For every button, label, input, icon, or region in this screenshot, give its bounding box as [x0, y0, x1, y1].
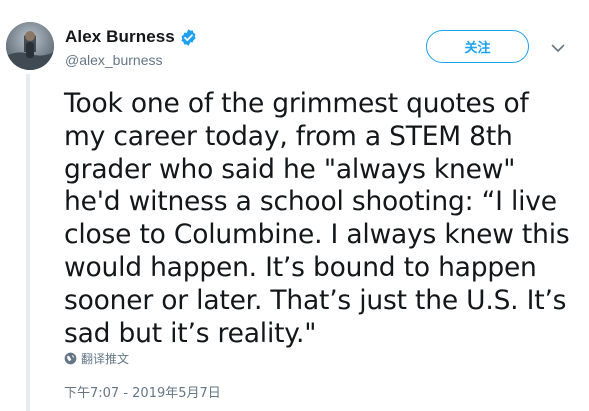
translate-label[interactable]: 翻译推文 [81, 350, 129, 367]
follow-button[interactable]: 关注 [426, 30, 529, 63]
tweet-card: Alex Burness @alex_burness 关注 Took one o… [0, 0, 589, 411]
verified-badge-icon [179, 28, 198, 47]
tweet-text: Took one of the grimmest quotes of my ca… [64, 88, 578, 349]
avatar[interactable] [6, 22, 54, 70]
more-options-button[interactable] [548, 38, 568, 58]
chevron-down-icon [551, 44, 565, 52]
handle[interactable]: @alex_burness [65, 52, 198, 68]
display-name[interactable]: Alex Burness [65, 27, 175, 47]
avatar-photo-icon [6, 22, 54, 70]
tweet-timestamp[interactable]: 下午7:07 - 2019年5月7日 [64, 382, 221, 401]
author-info[interactable]: Alex Burness @alex_burness [65, 26, 198, 68]
globe-icon [64, 352, 77, 365]
thread-line [26, 74, 30, 411]
translate-tweet-link[interactable]: 翻译推文 [64, 350, 129, 367]
